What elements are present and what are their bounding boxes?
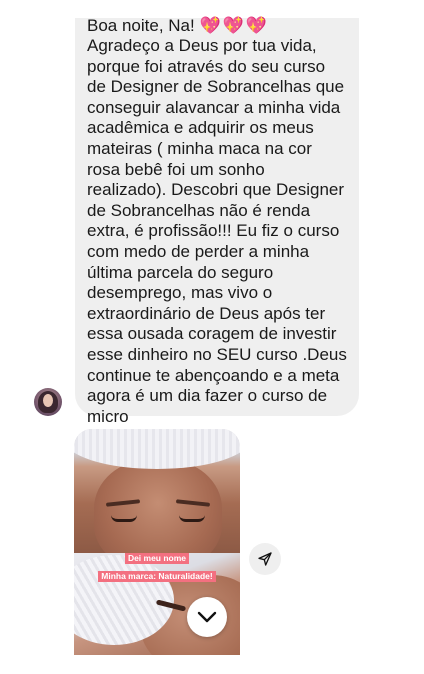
scroll-down-button[interactable] (187, 597, 227, 637)
chevron-down-icon (197, 611, 217, 623)
message-greeting: Boa noite, Na! 💖💖💖 (87, 16, 347, 36)
share-button[interactable] (249, 543, 281, 575)
photo-cap (74, 429, 240, 469)
avatar-face (43, 394, 53, 407)
message-text: Agradeço a Deus por tua vida, porque foi… (87, 36, 347, 426)
photo-left-eye (111, 515, 137, 522)
sender-avatar[interactable] (34, 388, 62, 416)
caption-line-2: Minha marca: Naturalidade! (98, 571, 216, 582)
caption-line-1: Dei meu nome (124, 553, 190, 564)
greeting-text: Boa noite, Na! (87, 16, 195, 35)
heart-emoji-icon: 💖💖💖 (199, 16, 269, 35)
photo-caption: Dei meu nome Minha marca: Naturalidade! (74, 548, 240, 584)
photo-right-eye (179, 515, 205, 522)
paper-plane-icon (258, 552, 272, 566)
message-bubble[interactable]: Boa noite, Na! 💖💖💖 Agradeço a Deus por t… (75, 16, 359, 426)
photo-top-image (74, 429, 240, 569)
